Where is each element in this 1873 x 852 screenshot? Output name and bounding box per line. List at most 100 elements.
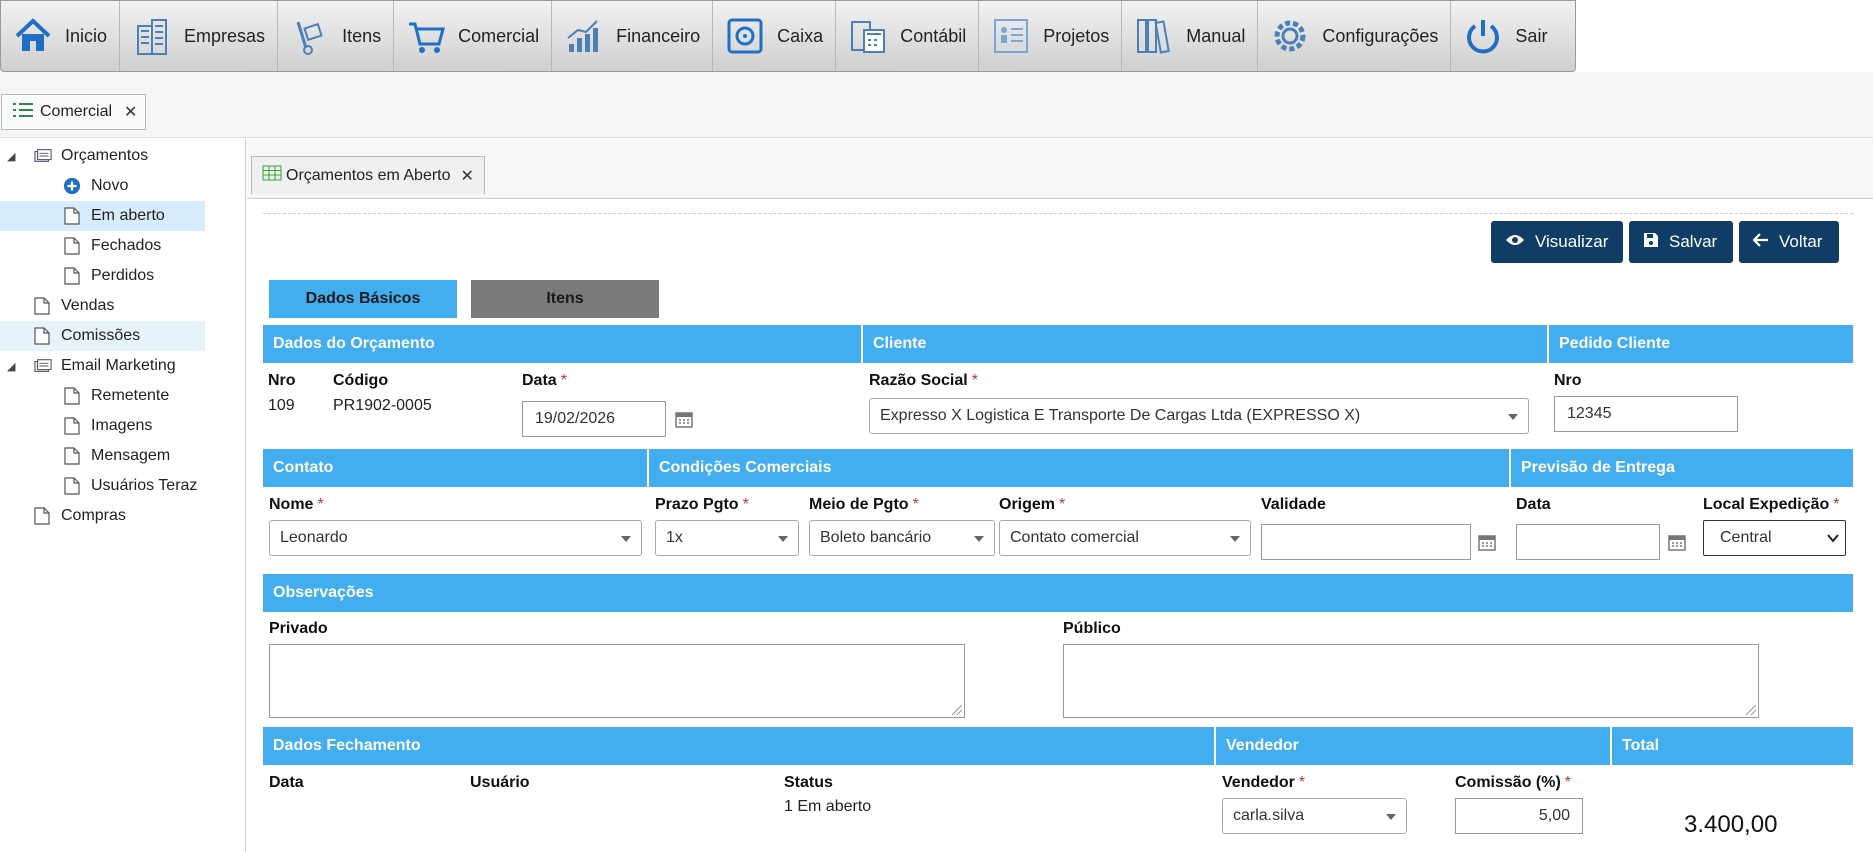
codigo-value: PR1902-0005 [333,397,432,414]
tree-item-novo[interactable]: Novo [0,171,205,201]
tree-item-imagens[interactable]: Imagens [0,411,205,441]
section-condicoes-comerciais: Condições Comerciais [649,449,1511,487]
menu-sair[interactable]: Sair [1451,1,1559,71]
vendedor-select[interactable]: carla.silva [1222,798,1407,834]
project-board-icon [989,14,1033,58]
calendar-icon[interactable] [1478,533,1496,551]
chevron-down-icon [1827,530,1839,548]
publico-textarea[interactable] [1063,644,1759,718]
tab-orcamentos-em-aberto[interactable]: Orçamentos em Aberto ✕ [251,156,485,194]
tab-comercial-label: Comercial [40,103,113,120]
section-observacoes: Observações [273,584,374,601]
vendedor-label: Vendedor * [1222,774,1306,791]
section-header-row-4: Dados Fechamento Vendedor Total [263,727,1853,765]
tab-comercial[interactable]: Comercial ✕ [1,94,147,130]
section-cliente: Cliente [863,325,1549,363]
meio-pgto-label: Meio de Pgto * [809,496,919,513]
section-pedido-cliente: Pedido Cliente [1559,335,1671,352]
sidebar-tree: ◢ Orçamentos Novo Em aberto Fechados Per… [0,139,246,852]
comissao-label: Comissão (%) * [1455,774,1572,791]
visualizar-button[interactable]: Visualizar [1491,221,1623,263]
calendar-icon[interactable] [1668,533,1686,551]
main-menu: Inicio Empresas Itens Comercial Financei… [0,0,1576,72]
validade-label: Validade [1261,496,1326,513]
comissao-input[interactable]: 5,00 [1455,798,1583,834]
tree-item-orcamentos[interactable]: ◢ Orçamentos [0,141,205,171]
binders-icon [1132,14,1176,58]
menu-contabil[interactable]: Contábil [836,1,980,71]
document-icon [63,446,81,466]
origem-select[interactable]: Contato comercial [999,520,1251,556]
tree-item-fechados[interactable]: Fechados [0,231,205,261]
menu-comercial[interactable]: Comercial [394,1,553,71]
menu-configuracoes[interactable]: Configurações [1258,1,1452,71]
gear-icon [1268,14,1312,58]
usuario-label: Usuário [470,774,530,791]
calendar-icon[interactable] [675,410,693,428]
power-icon [1461,14,1505,58]
home-icon [11,14,55,58]
inner-tab-strip: Orçamentos em Aberto ✕ [247,139,1873,199]
menu-projetos[interactable]: Projetos [979,1,1123,71]
chevron-down-icon [1230,536,1240,542]
local-expedicao-select[interactable]: Central [1703,520,1846,556]
document-icon [63,236,81,256]
tree-item-remetente[interactable]: Remetente [0,381,205,411]
validade-input[interactable] [1261,524,1471,560]
divider [263,213,1853,214]
folder-icon [34,146,52,166]
close-icon[interactable]: ✕ [461,166,474,186]
tree-item-email-marketing[interactable]: ◢ Email Marketing [0,351,205,381]
local-expedicao-label: Local Expedição * [1703,496,1840,513]
arrow-left-icon [1752,232,1769,252]
nro-label: Nro [268,372,296,389]
meio-pgto-select[interactable]: Boleto bancário [809,520,995,556]
resize-grip-icon[interactable] [952,705,962,715]
pedido-nro-input[interactable]: 12345 [1554,396,1738,432]
publico-label: Público [1063,620,1121,637]
tree-item-vendas[interactable]: Vendas [0,291,205,321]
menu-inicio[interactable]: Inicio [1,1,121,71]
tree-item-mensagem[interactable]: Mensagem [0,441,205,471]
menu-manual[interactable]: Manual [1122,1,1259,71]
close-icon[interactable]: ✕ [124,102,137,122]
privado-textarea[interactable] [269,644,965,718]
tree-item-usuarios-teraz[interactable]: Usuários Teraz [0,471,205,501]
menu-caixa[interactable]: Caixa [713,1,837,71]
voltar-button[interactable]: Voltar [1739,221,1839,263]
save-icon [1643,232,1659,253]
menu-itens[interactable]: Itens [278,1,395,71]
nome-select[interactable]: Leonardo [269,520,642,556]
menu-financeiro[interactable]: Financeiro [552,1,714,71]
chevron-down-icon [621,536,631,542]
tree-item-compras[interactable]: Compras [0,501,205,531]
section-header-row-1: Dados do Orçamento Cliente Pedido Client… [263,325,1853,363]
tab-orcamentos-label: Orçamentos em Aberto [286,166,451,184]
shopping-cart-icon [404,14,448,58]
calculator-docs-icon [846,14,890,58]
menu-empresas[interactable]: Empresas [120,1,279,71]
list-icon [12,102,34,123]
collapse-icon[interactable]: ◢ [7,360,15,373]
salvar-button[interactable]: Salvar [1629,221,1733,263]
razao-social-select[interactable]: Expresso X Logistica E Transporte De Car… [869,398,1529,434]
add-circle-icon [63,176,81,196]
tab-dados-basicos[interactable]: Dados Básicos [269,280,457,318]
prazo-pgto-select[interactable]: 1x [655,520,799,556]
nome-label: Nome * [269,496,324,513]
document-icon [63,416,81,436]
tree-item-em-aberto[interactable]: Em aberto [0,201,205,231]
resize-grip-icon[interactable] [1746,705,1756,715]
main-content: Orçamentos em Aberto ✕ Visualizar Salvar… [247,139,1873,852]
collapse-icon[interactable]: ◢ [7,150,15,163]
tree-item-perdidos[interactable]: Perdidos [0,261,205,291]
data-input[interactable]: 19/02/2026 [522,401,666,437]
document-icon [33,296,51,316]
eye-icon [1505,232,1525,252]
total-value: 3.400,00 [1684,811,1778,838]
tree-item-comissoes[interactable]: Comissões [0,321,205,351]
tab-itens[interactable]: Itens [471,280,659,318]
codigo-label: Código [333,372,389,389]
document-icon [33,506,51,526]
entrega-data-input[interactable] [1516,524,1660,560]
